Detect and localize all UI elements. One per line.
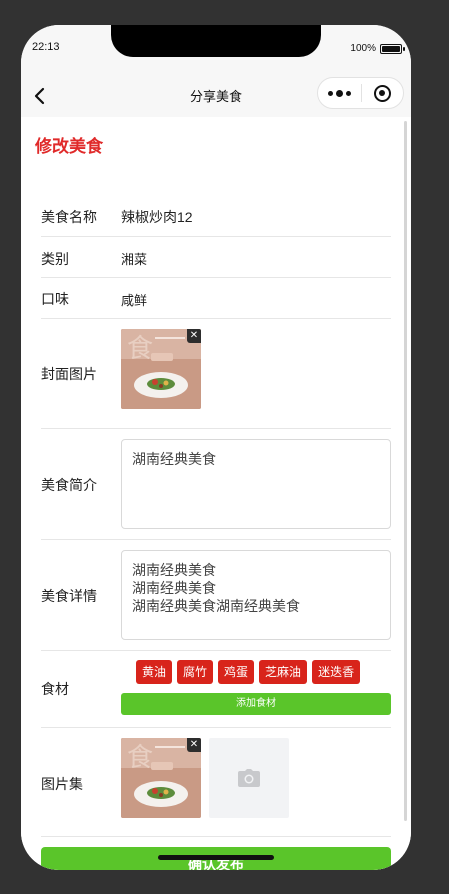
category-select[interactable]: 湘菜 [121, 249, 147, 268]
gallery-delete-button[interactable]: ✕ [187, 738, 201, 752]
battery-icon [380, 43, 405, 54]
close-icon: ✕ [189, 739, 199, 750]
cover-delete-button[interactable]: ✕ [187, 329, 201, 343]
scrollbar[interactable] [404, 121, 407, 821]
gallery-row: 图片集 食 ✕ [41, 728, 391, 837]
detail-row: 美食详情 湖南经典美食 湖南经典美食 湖南经典美食湖南经典美食 [41, 540, 391, 651]
ingredient-tag[interactable]: 鸡蛋 [218, 660, 255, 684]
form-content: 修改美食 美食名称 辣椒炒肉12 类别 湘菜 口味 咸鲜 封面图片 食 ✕ 美食… [21, 117, 411, 870]
gallery-upload-button[interactable] [209, 738, 289, 818]
svg-text:食: 食 [127, 743, 153, 773]
cover-label: 封面图片 [41, 366, 97, 382]
ingredients-row: 食材 黄油 腐竹 鸡蛋 芝麻油 迷迭香 添加食材 [41, 651, 391, 728]
nav-bar: 分享美食 [21, 75, 411, 117]
svg-text:食: 食 [127, 334, 153, 364]
taste-select[interactable]: 咸鲜 [121, 290, 147, 309]
close-miniprogram-button[interactable] [361, 78, 403, 108]
intro-row: 美食简介 湖南经典美食 [41, 429, 391, 540]
cover-image[interactable]: 食 ✕ [121, 329, 201, 409]
ingredients-label: 食材 [41, 681, 69, 697]
cover-row: 封面图片 食 ✕ [41, 319, 391, 429]
battery-indicator: 100% [350, 43, 405, 54]
ingredient-tag[interactable]: 芝麻油 [259, 660, 308, 684]
add-ingredient-button[interactable]: 添加食材 [121, 693, 391, 715]
detail-line: 湖南经典美食湖南经典美食 [132, 598, 300, 614]
status-time: 22:13 [32, 41, 60, 53]
gallery-image[interactable]: 食 ✕ [121, 738, 201, 818]
phone-frame: 22:13 100% 分享美食 修改美食 美食名称 辣椒炒肉12 类别 湘菜 口… [21, 25, 411, 870]
detail-textarea[interactable]: 湖南经典美食 湖南经典美食 湖南经典美食湖南经典美食 [121, 550, 391, 640]
more-dots-icon [327, 90, 333, 96]
ingredient-tag[interactable]: 黄油 [136, 660, 173, 684]
camera-icon [238, 769, 260, 787]
ingredient-tag[interactable]: 迷迭香 [312, 660, 361, 684]
target-circle-icon [373, 84, 391, 102]
intro-text: 湖南经典美食 [132, 451, 216, 467]
more-dot [345, 90, 351, 96]
mini-program-capsule [317, 77, 404, 109]
close-icon: ✕ [189, 330, 199, 341]
taste-row: 口味 咸鲜 [41, 278, 391, 319]
home-indicator [158, 855, 274, 860]
taste-label: 口味 [41, 291, 69, 307]
detail-line: 湖南经典美食 [132, 580, 216, 596]
name-label: 美食名称 [41, 209, 97, 225]
ingredient-tag[interactable]: 腐竹 [177, 660, 214, 684]
more-button[interactable] [318, 78, 361, 108]
page-title: 修改美食 [35, 137, 103, 156]
detail-line: 湖南经典美食 [132, 562, 216, 578]
name-row: 美食名称 辣椒炒肉12 [41, 195, 391, 237]
gallery-label: 图片集 [41, 776, 83, 792]
notch [111, 25, 321, 57]
category-row: 类别 湘菜 [41, 237, 391, 278]
battery-percent: 100% [350, 43, 376, 54]
ingredient-tags: 黄油 腐竹 鸡蛋 芝麻油 迷迭香 [136, 660, 361, 684]
category-label: 类别 [41, 251, 69, 267]
intro-label: 美食简介 [41, 477, 97, 493]
intro-textarea[interactable]: 湖南经典美食 [121, 439, 391, 529]
more-dot [335, 89, 343, 97]
name-input[interactable]: 辣椒炒肉12 [121, 207, 193, 227]
detail-label: 美食详情 [41, 588, 97, 604]
